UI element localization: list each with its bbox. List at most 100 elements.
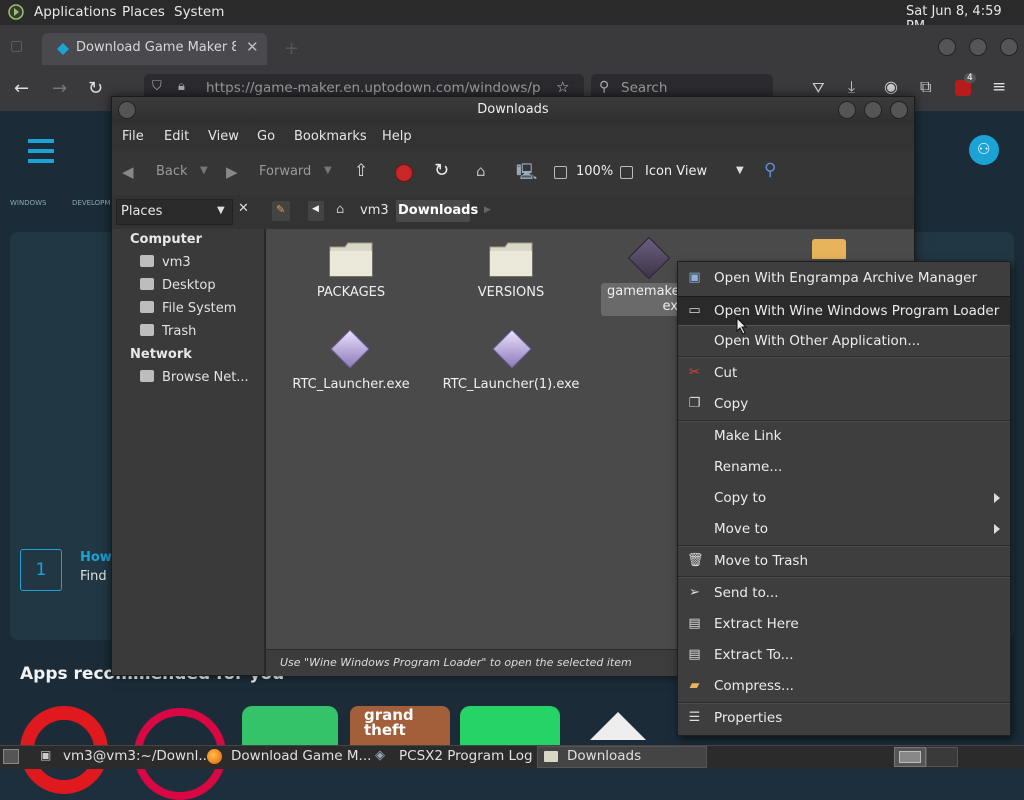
view-mode-dropdown-icon[interactable]: ▼ bbox=[736, 165, 744, 176]
site-menu-icon[interactable] bbox=[28, 139, 54, 163]
taskbar-item-firefox[interactable]: Download Game M... bbox=[204, 747, 371, 767]
menu-edit[interactable]: Edit bbox=[164, 129, 189, 144]
download-icon[interactable]: ⤓ bbox=[848, 77, 855, 97]
workspace-switcher-2[interactable] bbox=[926, 747, 958, 767]
menu-item-move-to[interactable]: Move to bbox=[678, 515, 1010, 543]
forward-button[interactable]: Forward bbox=[259, 164, 311, 179]
menu-item-move-to-trash[interactable]: 🗑︎ Move to Trash bbox=[678, 547, 1010, 575]
properties-icon: ☰ bbox=[688, 710, 701, 725]
menu-file[interactable]: File bbox=[122, 129, 144, 144]
back-history-icon[interactable]: ▼ bbox=[200, 165, 208, 176]
taskbar-item-pcsx2-log[interactable]: ◈ PCSX2 Program Log bbox=[372, 747, 536, 767]
show-desktop-icon[interactable] bbox=[3, 749, 19, 764]
menu-item-rename[interactable]: Rename... bbox=[678, 453, 1010, 481]
window-minimize-icon[interactable] bbox=[838, 101, 856, 119]
menu-bookmarks[interactable]: Bookmarks bbox=[294, 129, 367, 144]
taskbar-item-label: vm3@vm3:~/Downl... bbox=[63, 748, 212, 764]
app-tile-icon[interactable] bbox=[590, 712, 646, 740]
file-item-rtc-launcher[interactable]: RTC_Launcher.exe bbox=[288, 329, 414, 392]
archive-file-icon[interactable] bbox=[812, 239, 846, 259]
view-mode-select[interactable]: Icon View bbox=[645, 164, 707, 179]
menu-help[interactable]: Help bbox=[382, 129, 412, 144]
home-icon[interactable]: ⌂ bbox=[476, 162, 486, 180]
reload-icon[interactable]: ↻ bbox=[88, 78, 103, 99]
panel-menu-applications[interactable]: Applications bbox=[34, 4, 116, 20]
back-arrow-icon[interactable]: ← bbox=[14, 78, 29, 99]
dev-app-icon[interactable] bbox=[242, 706, 338, 746]
file-manager-toolbar: ◀ Back ▼ ▶ Forward ▼ ⇧ ↻ ⌂ 🖳︎ 100% Icon … bbox=[112, 151, 914, 196]
reload-icon[interactable]: ↻ bbox=[434, 160, 449, 181]
menu-view[interactable]: View bbox=[208, 129, 239, 144]
tab-close-icon[interactable]: ✕ bbox=[246, 38, 259, 56]
breadcrumb-development[interactable]: DEVELOPM bbox=[72, 199, 110, 207]
menu-item-make-link[interactable]: Make Link bbox=[678, 422, 1010, 450]
file-item-packages[interactable]: PACKAGES bbox=[306, 241, 396, 300]
user-avatar-icon[interactable]: ⚇ bbox=[969, 135, 999, 165]
path-segment-vm3[interactable]: vm3 bbox=[360, 203, 389, 218]
menu-item-send-to[interactable]: ➢ Send to... bbox=[678, 579, 1010, 607]
back-button[interactable]: Back bbox=[156, 164, 188, 179]
file-manager-titlebar[interactable]: Downloads bbox=[112, 97, 914, 123]
zoom-out-icon[interactable] bbox=[554, 166, 567, 179]
pocket-icon[interactable]: ⛛ bbox=[812, 79, 825, 97]
path-segment-downloads-bg[interactable]: Downloads bbox=[396, 200, 478, 222]
close-sidebar-icon[interactable]: ✕ bbox=[238, 201, 249, 216]
sidebar-item-trash[interactable]: Trash bbox=[140, 324, 196, 339]
browser-tab-active[interactable]: Download Game Maker 8.1 ✕ bbox=[42, 33, 267, 65]
menu-item-label: Compress... bbox=[714, 678, 794, 694]
sidebar-item-vm3[interactable]: vm3 bbox=[140, 255, 191, 270]
menu-item-open-with-wine[interactable]: ▭ Open With Wine Windows Program Loader bbox=[678, 296, 1010, 326]
mouse-cursor-icon bbox=[736, 317, 748, 335]
browser-minimize-icon[interactable] bbox=[938, 38, 956, 56]
forward-arrow-icon[interactable]: → bbox=[52, 78, 67, 99]
hamburger-menu-icon[interactable]: ≡ bbox=[992, 77, 1006, 97]
taskbar-item-terminal[interactable]: ▣ vm3@vm3:~/Downl... bbox=[36, 747, 211, 767]
menu-go[interactable]: Go bbox=[257, 129, 275, 144]
window-close-icon[interactable] bbox=[890, 101, 908, 119]
workspace-switcher-1[interactable] bbox=[894, 747, 926, 767]
new-tab-icon[interactable]: + bbox=[284, 38, 299, 59]
taskbar-item-downloads[interactable]: Downloads bbox=[537, 746, 707, 768]
mate-logo-icon[interactable] bbox=[8, 4, 24, 20]
menu-item-open-with-engrampa[interactable]: ▣ Open With Engrampa Archive Manager bbox=[678, 264, 1010, 292]
menu-item-properties[interactable]: ☰ Properties bbox=[678, 704, 1010, 732]
forward-icon[interactable]: ▶ bbox=[226, 163, 238, 181]
stop-icon[interactable] bbox=[395, 164, 413, 182]
menu-item-copy[interactable]: ❐ Copy bbox=[678, 390, 1010, 418]
sidebar-item-desktop[interactable]: Desktop bbox=[140, 278, 216, 293]
menu-item-copy-to[interactable]: Copy to bbox=[678, 484, 1010, 512]
zoom-in-icon[interactable] bbox=[620, 166, 633, 179]
window-maximize-icon[interactable] bbox=[864, 101, 882, 119]
menu-item-extract-to[interactable]: ▤ Extract To... bbox=[678, 641, 1010, 669]
browser-maximize-icon[interactable] bbox=[969, 38, 987, 56]
tab-list-icon[interactable]: ▢ bbox=[10, 38, 28, 56]
menu-item-open-with-other[interactable]: Open With Other Application... bbox=[678, 327, 1010, 355]
path-left-icon[interactable]: ◀ bbox=[308, 201, 324, 221]
menu-item-extract-here[interactable]: ▤ Extract Here bbox=[678, 610, 1010, 638]
panel-menu-places[interactable]: Places bbox=[122, 4, 165, 20]
browser-close-icon[interactable] bbox=[1000, 38, 1018, 56]
file-item-versions[interactable]: VERSIONS bbox=[466, 241, 556, 300]
path-right-icon[interactable]: ▶ bbox=[484, 205, 491, 215]
gta-app-icon[interactable]: grand theft bbox=[350, 706, 450, 746]
extensions-icon[interactable]: ⧉ bbox=[920, 77, 931, 97]
account-icon[interactable]: ◉ bbox=[884, 77, 898, 96]
sidebar-item-browse-network[interactable]: Browse Net... bbox=[140, 370, 249, 385]
sidebar-item-file-system[interactable]: File System bbox=[140, 301, 236, 316]
back-icon[interactable]: ◀ bbox=[122, 163, 134, 181]
breadcrumb-windows[interactable]: WINDOWS bbox=[10, 199, 47, 207]
menu-item-compress[interactable]: ▰ Compress... bbox=[678, 672, 1010, 700]
search-icon[interactable]: ⚲ bbox=[764, 160, 776, 180]
forward-history-icon[interactable]: ▼ bbox=[324, 165, 332, 176]
up-folder-icon[interactable]: ⇧ bbox=[354, 161, 368, 181]
menu-item-label: Extract Here bbox=[714, 616, 799, 632]
panel-menu-system[interactable]: System bbox=[174, 4, 224, 20]
shield-icon[interactable]: ⛉ bbox=[152, 79, 162, 94]
toggle-location-icon[interactable]: ✎ bbox=[272, 201, 290, 221]
menu-item-cut[interactable]: ✂ Cut bbox=[678, 359, 1010, 387]
bookmark-star-icon[interactable]: ☆ bbox=[556, 78, 569, 96]
file-item-rtc-launcher-1[interactable]: RTC_Launcher(1).exe bbox=[441, 329, 581, 392]
computer-icon[interactable]: 🖳︎ bbox=[516, 161, 537, 188]
places-select[interactable]: Places ▼ bbox=[116, 199, 233, 225]
whatsapp-app-icon[interactable] bbox=[460, 706, 560, 746]
